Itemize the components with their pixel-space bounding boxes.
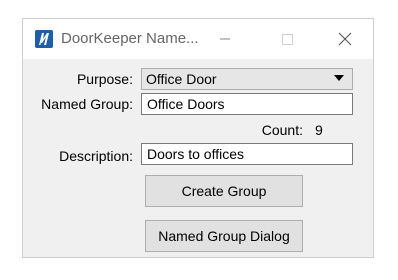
named-group-label: Named Group: bbox=[41, 96, 133, 112]
close-button[interactable] bbox=[331, 27, 359, 51]
page: DoorKeeper Name... Purpose: Office Door … bbox=[0, 0, 398, 280]
doorkeeper-dialog: DoorKeeper Name... Purpose: Office Door … bbox=[22, 18, 374, 258]
description-label: Description: bbox=[59, 148, 133, 164]
description-input[interactable] bbox=[141, 143, 353, 165]
minimize-button[interactable] bbox=[211, 27, 239, 51]
title-bar[interactable]: DoorKeeper Name... bbox=[23, 19, 373, 59]
close-icon bbox=[338, 32, 352, 46]
count-label: Count: bbox=[261, 122, 303, 138]
purpose-select[interactable]: Office Door bbox=[141, 68, 353, 90]
microstation-logo-icon bbox=[35, 30, 53, 48]
minimize-icon bbox=[220, 38, 230, 40]
count-value: 9 bbox=[315, 122, 323, 138]
purpose-selected-value: Office Door bbox=[146, 71, 217, 87]
named-group-input[interactable] bbox=[141, 93, 353, 115]
named-group-dialog-button[interactable]: Named Group Dialog bbox=[145, 220, 303, 252]
window-title: DoorKeeper Name... bbox=[61, 30, 199, 47]
chevron-down-icon bbox=[334, 75, 344, 81]
maximize-icon bbox=[282, 34, 293, 45]
purpose-label: Purpose: bbox=[76, 71, 133, 87]
maximize-button[interactable] bbox=[273, 27, 301, 51]
create-group-button[interactable]: Create Group bbox=[145, 175, 303, 207]
